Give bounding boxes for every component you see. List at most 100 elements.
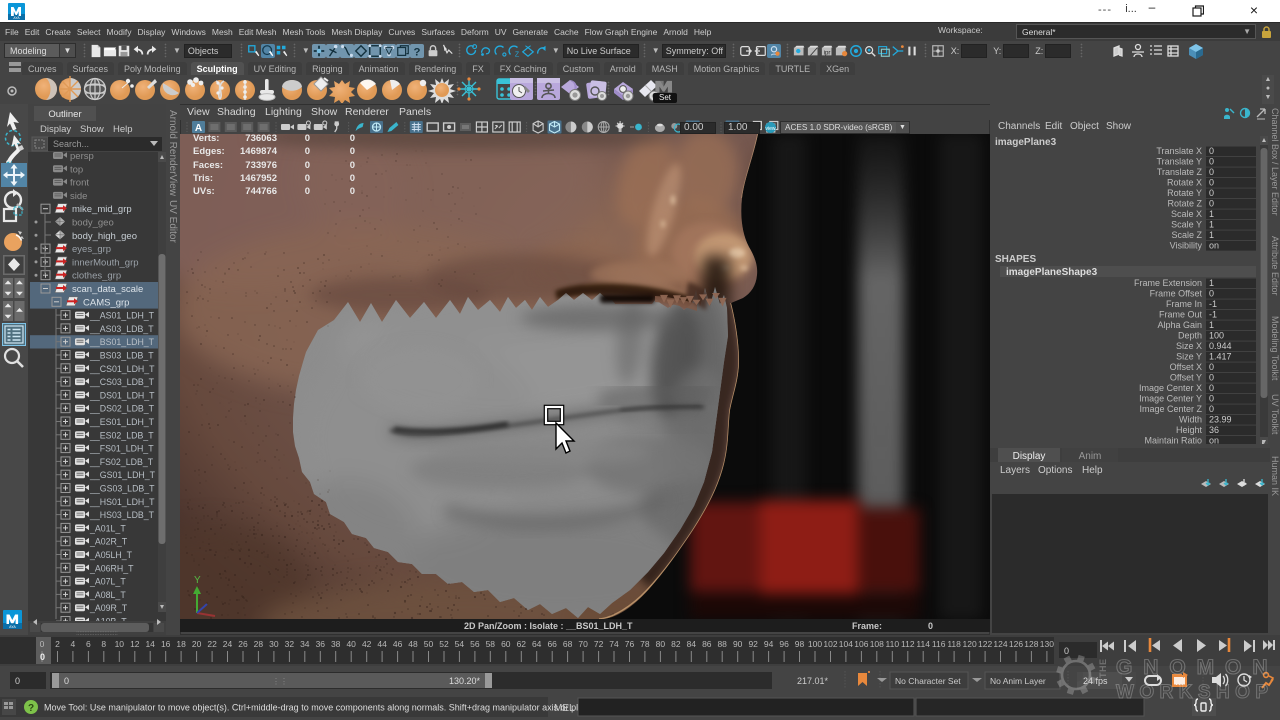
svg-text:0: 0	[350, 146, 355, 157]
svg-text:imagePlane3: imagePlane3	[995, 137, 1057, 148]
svg-text:Rotate Z: Rotate Z	[1167, 199, 1202, 209]
svg-text:20: 20	[192, 639, 202, 649]
svg-text:Rotate X: Rotate X	[1167, 178, 1202, 188]
svg-text:94: 94	[764, 639, 774, 649]
svg-text:Anim: Anim	[1079, 451, 1102, 462]
svg-text:ipr: ipr	[823, 49, 830, 56]
svg-text:116: 116	[932, 639, 946, 649]
svg-text:__GS01_LDH_T: __GS01_LDH_T	[89, 470, 156, 480]
svg-text:52: 52	[439, 639, 449, 649]
svg-text:top: top	[70, 164, 83, 175]
svg-text:Show: Show	[1106, 121, 1132, 132]
svg-text:WORKSHOP: WORKSHOP	[1116, 682, 1268, 703]
svg-text:Image Center Z: Image Center Z	[1139, 404, 1202, 414]
svg-text:GNOMON: GNOMON	[1116, 656, 1268, 679]
svg-text:76: 76	[625, 639, 635, 649]
svg-text:0: 0	[1209, 167, 1214, 177]
svg-text:Image Center Y: Image Center Y	[1139, 394, 1202, 404]
svg-text:42: 42	[362, 639, 372, 649]
svg-text:Size X: Size X	[1176, 341, 1202, 351]
svg-text:4: 4	[71, 639, 76, 649]
svg-text:clothes_grp: clothes_grp	[72, 271, 121, 282]
svg-text:Help: Help	[113, 124, 133, 135]
svg-text:16: 16	[161, 639, 171, 649]
svg-text:30: 30	[269, 639, 279, 649]
svg-text:Channels: Channels	[998, 121, 1040, 132]
svg-text:90: 90	[733, 639, 743, 649]
svg-text:Width: Width	[1179, 415, 1202, 425]
svg-text:0: 0	[1209, 146, 1214, 156]
svg-text:side: side	[70, 191, 87, 202]
svg-text:body_high_geo: body_high_geo	[72, 231, 137, 242]
svg-text:23.99: 23.99	[1209, 415, 1232, 425]
svg-text:Visibility: Visibility	[1170, 241, 1203, 251]
svg-text:_A09R_T: _A09R_T	[89, 603, 128, 613]
svg-text:0: 0	[40, 652, 45, 662]
svg-text:__GS03_LDB_T: __GS03_LDB_T	[89, 484, 155, 494]
svg-text:__BS03_LDB_T: __BS03_LDB_T	[89, 351, 154, 361]
svg-text:_A05LH_T: _A05LH_T	[89, 550, 133, 560]
svg-text:34: 34	[300, 639, 310, 649]
svg-text:0: 0	[64, 676, 69, 686]
svg-text:0: 0	[350, 134, 355, 144]
svg-text:1467952: 1467952	[240, 173, 277, 184]
svg-text:88: 88	[717, 639, 727, 649]
svg-text:736063: 736063	[245, 134, 277, 144]
svg-text:58: 58	[486, 639, 496, 649]
svg-text:__AS03_LDB_T: __AS03_LDB_T	[89, 324, 154, 334]
svg-text:Object: Object	[1070, 121, 1099, 132]
svg-text:Size Y: Size Y	[1176, 352, 1202, 362]
svg-text:Frame Extension: Frame Extension	[1134, 278, 1202, 288]
svg-text:No Anim Layer: No Anim Layer	[990, 676, 1046, 686]
svg-text:217.01*: 217.01*	[797, 676, 829, 686]
svg-text:eyes_grp: eyes_grp	[72, 244, 111, 255]
svg-text:Edit: Edit	[1045, 121, 1062, 132]
svg-text:0: 0	[15, 676, 20, 686]
svg-text:0: 0	[305, 186, 310, 197]
svg-text:?: ?	[28, 703, 34, 714]
svg-text:0: 0	[1209, 157, 1214, 167]
svg-text:86: 86	[702, 639, 712, 649]
svg-text:AYA: AYA	[9, 625, 16, 629]
svg-text:__CS01_LDH_T: __CS01_LDH_T	[89, 364, 155, 374]
svg-text:_A01L_T: _A01L_T	[89, 523, 126, 533]
svg-text:Edges:: Edges:	[193, 146, 225, 157]
svg-text:126: 126	[1009, 639, 1023, 649]
svg-text:__FS01_LDH_T: __FS01_LDH_T	[89, 444, 154, 454]
svg-text:26: 26	[238, 639, 248, 649]
svg-text:__HS03_LDB_T: __HS03_LDB_T	[89, 510, 155, 520]
svg-text:MEL: MEL	[554, 703, 575, 714]
svg-text:Scale Y: Scale Y	[1171, 220, 1202, 230]
svg-text:0: 0	[305, 134, 310, 144]
svg-text:Search...: Search...	[53, 139, 89, 149]
svg-text:0: 0	[1209, 289, 1214, 299]
svg-text:Depth: Depth	[1178, 331, 1202, 341]
svg-text:Translate Y: Translate Y	[1156, 157, 1202, 167]
svg-text:__HS01_LDH_T: __HS01_LDH_T	[89, 497, 155, 507]
svg-text:100: 100	[808, 639, 822, 649]
svg-text:0: 0	[305, 146, 310, 157]
svg-text:Alpha Gain: Alpha Gain	[1157, 320, 1202, 330]
svg-text:50: 50	[424, 639, 434, 649]
svg-text:6: 6	[86, 639, 91, 649]
svg-text:__DS02_LDB_T: __DS02_LDB_T	[89, 404, 155, 414]
svg-text:0.944: 0.944	[1209, 341, 1232, 351]
svg-text:0: 0	[1209, 383, 1214, 393]
svg-text:0: 0	[305, 160, 310, 171]
svg-text:10: 10	[115, 639, 125, 649]
svg-text:imagePlaneShape3: imagePlaneShape3	[1006, 267, 1098, 278]
svg-text:Options: Options	[1038, 465, 1072, 476]
svg-text:front: front	[70, 178, 89, 189]
svg-text:80: 80	[656, 639, 666, 649]
svg-text:40: 40	[346, 639, 356, 649]
svg-text:THE: THE	[1098, 659, 1108, 679]
svg-text:⋮⋮: ⋮⋮	[272, 677, 288, 686]
svg-text:66: 66	[547, 639, 557, 649]
svg-text:SHAPES: SHAPES	[995, 254, 1036, 265]
svg-text:0: 0	[350, 186, 355, 197]
svg-text:104: 104	[839, 639, 853, 649]
svg-text:__ES02_LDB_T: __ES02_LDB_T	[89, 430, 154, 440]
svg-text:56: 56	[470, 639, 480, 649]
svg-text:1: 1	[1209, 320, 1214, 330]
svg-text:Rotate Y: Rotate Y	[1167, 188, 1202, 198]
